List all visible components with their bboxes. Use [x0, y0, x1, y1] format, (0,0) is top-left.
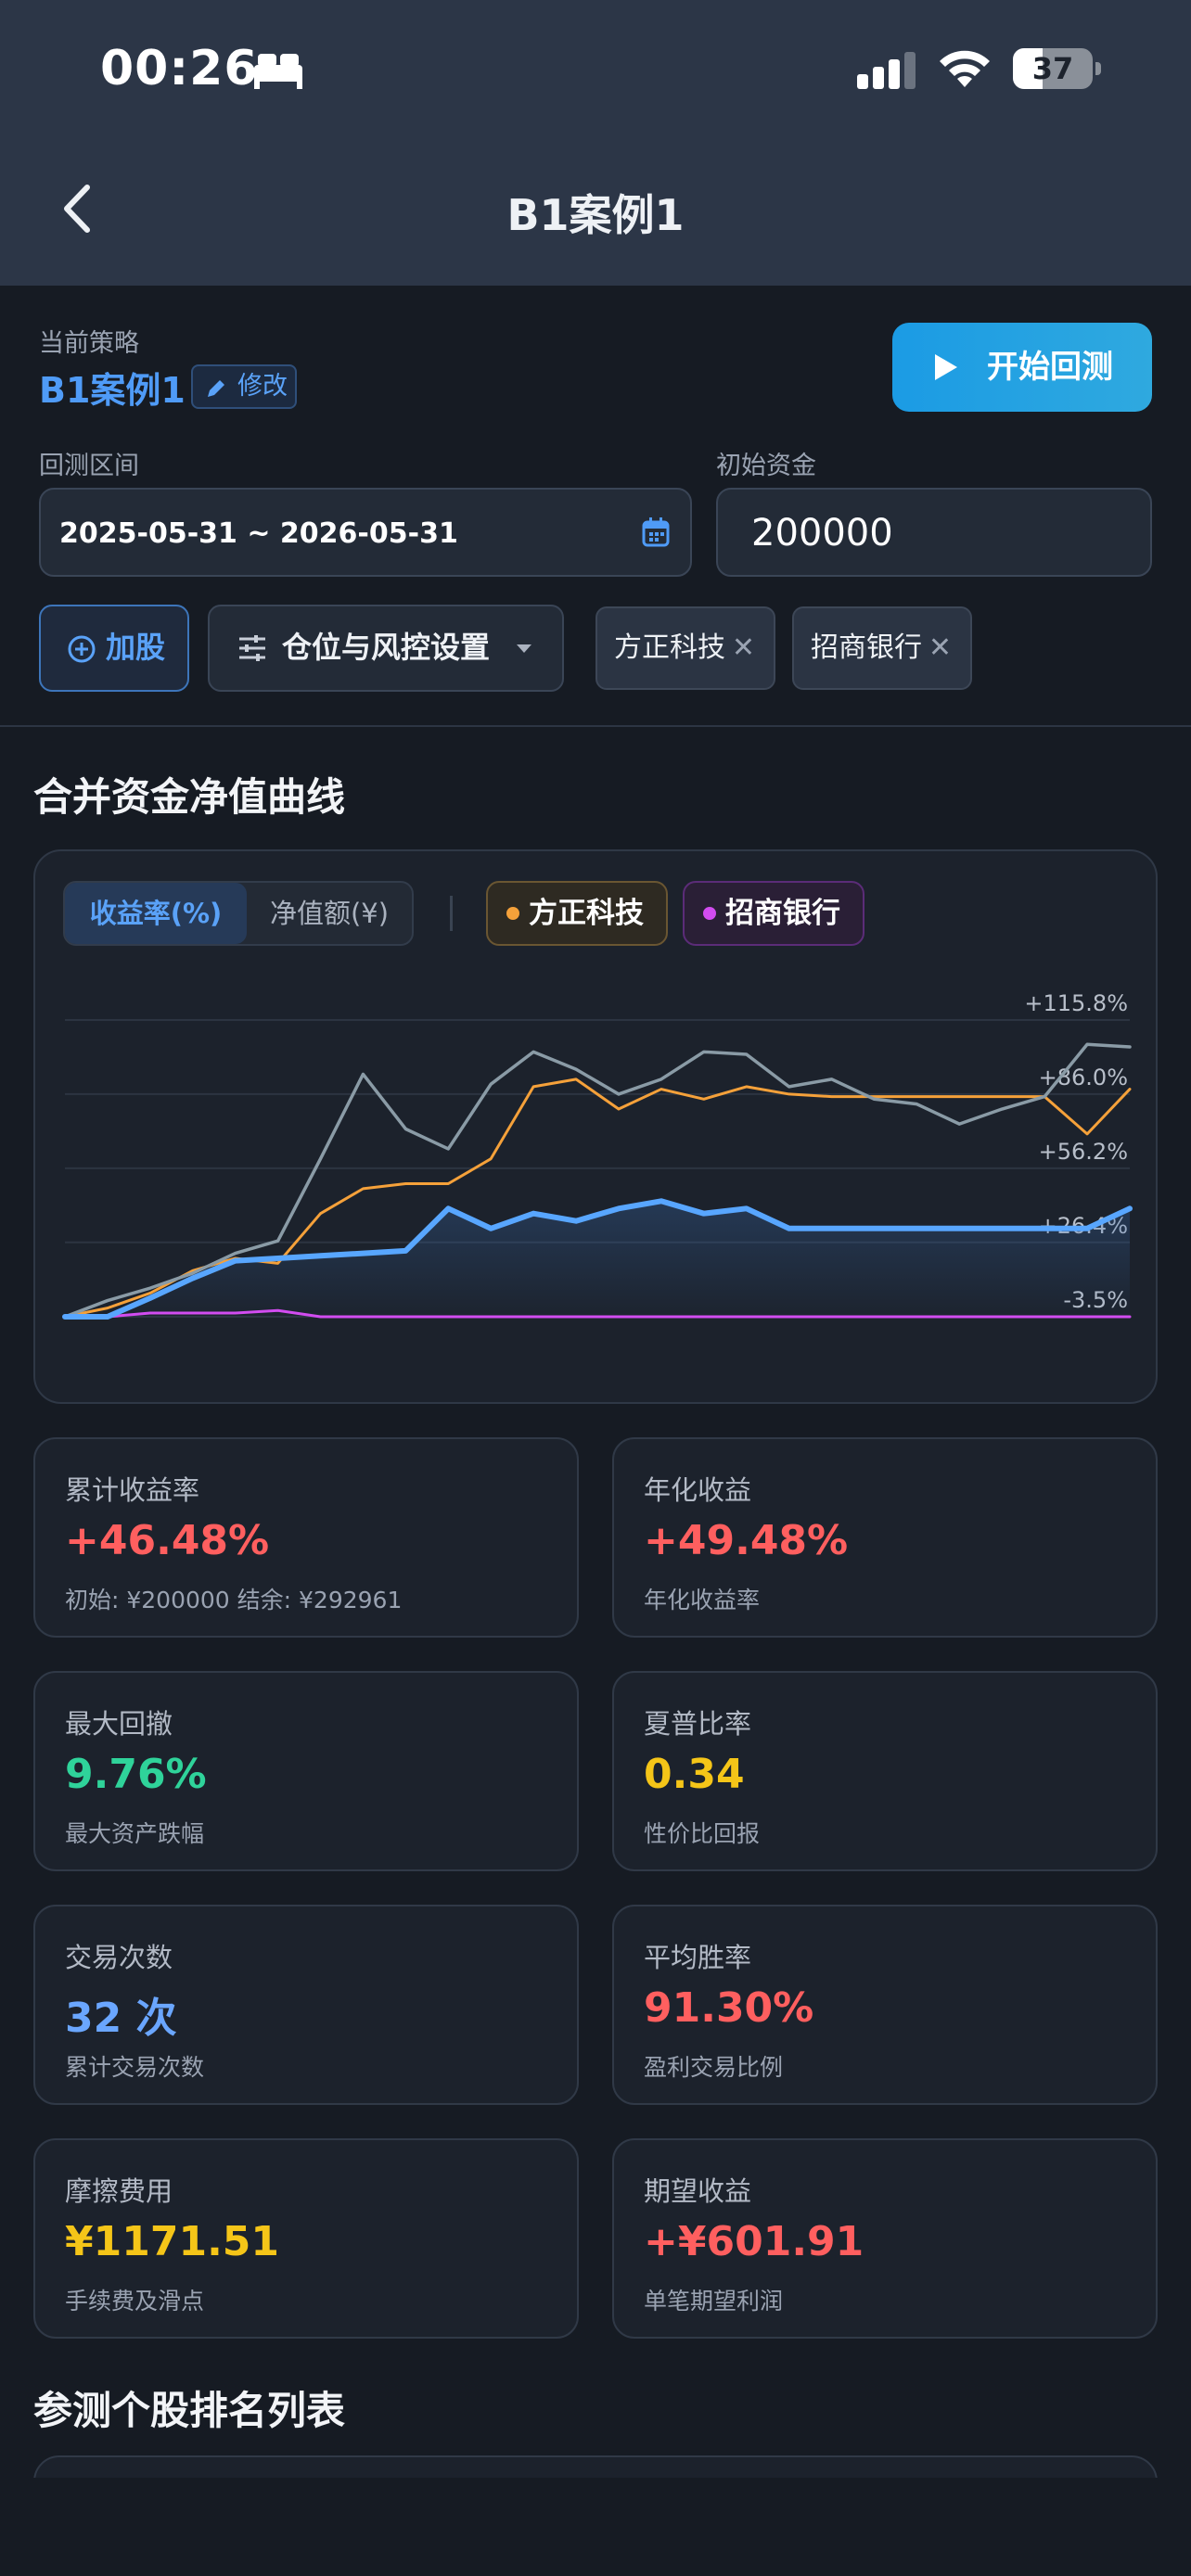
cellular-signal-icon — [857, 52, 916, 89]
bottom-safe-area — [0, 2478, 1191, 2576]
sliders-icon — [239, 635, 265, 661]
add-stock-label: 加股 — [106, 630, 166, 665]
stat-label: 年化收益 — [644, 1474, 752, 1506]
initial-capital-value: 200000 — [751, 512, 893, 555]
stat-label: 摩擦费用 — [65, 2175, 173, 2207]
wifi-icon — [940, 50, 990, 87]
legend-dot — [703, 907, 716, 920]
date-range-value: 2025-05-31 ~ 2026-05-31 — [59, 517, 458, 550]
range-label: 回测区间 — [39, 452, 139, 480]
status-time: 00:26 — [100, 41, 259, 96]
stat-value: ¥1171.51 — [65, 2218, 280, 2265]
tab-net-value[interactable]: 净值额(¥) — [247, 883, 412, 944]
stat-sub: 年化收益率 — [644, 1587, 761, 1613]
legend-dot — [506, 907, 519, 920]
page-title: B1案例1 — [506, 190, 685, 240]
initial-capital-input[interactable]: 200000 — [716, 488, 1152, 577]
stat-value: +¥601.91 — [644, 2218, 864, 2265]
stat-card: 年化收益 +49.48% 年化收益率 — [612, 1437, 1158, 1638]
equity-chart-card: +115.8%+86.0%+56.2%+26.4%-3.5% 收益率(%) 净值… — [33, 849, 1158, 1404]
add-stock-button[interactable]: 加股 — [39, 605, 189, 692]
legend-item[interactable]: 招商银行 — [683, 881, 864, 946]
stat-card: 交易次数 32 次 累计交易次数 — [33, 1905, 579, 2105]
stat-label: 期望收益 — [644, 2175, 752, 2207]
stat-value: 91.30% — [644, 1984, 814, 2032]
y-tick-label: +56.2% — [1039, 1139, 1128, 1165]
stat-card: 摩擦费用 ¥1171.51 手续费及滑点 — [33, 2138, 579, 2339]
remove-tag-icon[interactable]: ✕ — [732, 608, 755, 688]
legend-item[interactable]: 方正科技 — [486, 881, 668, 946]
edit-strategy-button[interactable]: 修改 — [191, 364, 297, 409]
battery-percent: 37 — [1031, 51, 1074, 86]
stat-label: 平均胜率 — [644, 1942, 752, 1973]
stat-card: 最大回撤 9.76% 最大资产跌幅 — [33, 1671, 579, 1871]
stat-label: 夏普比率 — [644, 1708, 752, 1740]
stat-card: 平均胜率 91.30% 盈利交易比例 — [612, 1905, 1158, 2105]
battery-indicator: 37 — [1013, 48, 1102, 89]
stat-card: 期望收益 +¥601.91 单笔期望利润 — [612, 2138, 1158, 2339]
start-backtest-label: 开始回测 — [987, 349, 1113, 386]
stock-tag-label: 招商银行 — [811, 631, 922, 664]
chevron-down-icon — [517, 644, 531, 653]
stock-tag[interactable]: 招商银行 ✕ — [792, 606, 972, 690]
stat-sub: 盈利交易比例 — [644, 2054, 784, 2081]
stat-sub: 累计交易次数 — [65, 2054, 205, 2081]
sleep-mode-icon — [254, 54, 302, 89]
tab-return-rate[interactable]: 收益率(%) — [65, 883, 247, 944]
legend-label: 招商银行 — [725, 897, 840, 930]
chart-section-title: 合并资金净值曲线 — [33, 774, 346, 820]
legend-separator — [450, 896, 453, 931]
stock-tag[interactable]: 方正科技 ✕ — [596, 606, 775, 690]
stat-card: 夏普比率 0.34 性价比回报 — [612, 1671, 1158, 1871]
start-backtest-button[interactable]: 开始回测 — [892, 323, 1152, 412]
stat-sub: 手续费及滑点 — [65, 2288, 205, 2315]
battery-cap — [1095, 62, 1101, 75]
stat-sub: 单笔期望利润 — [644, 2288, 784, 2315]
edit-label: 修改 — [237, 372, 288, 401]
legend-label: 方正科技 — [529, 897, 644, 930]
risk-settings-label: 仓位与风控设置 — [282, 630, 491, 665]
pencil-icon — [208, 380, 224, 397]
ranking-section-title: 参测个股排名列表 — [33, 2388, 346, 2433]
stat-label: 累计收益率 — [65, 1474, 200, 1506]
battery-body: 37 — [1013, 48, 1093, 89]
date-range-field[interactable]: 2025-05-31 ~ 2026-05-31 — [39, 488, 692, 577]
stat-sub: 最大资产跌幅 — [65, 1820, 205, 1847]
y-tick-label: +115.8% — [1024, 990, 1128, 1016]
section-divider — [0, 725, 1191, 727]
calendar-icon — [642, 517, 670, 547]
stock-tag-label: 方正科技 — [614, 631, 725, 664]
stat-value: 32 次 — [65, 1995, 177, 2042]
stat-value: +49.48% — [644, 1517, 849, 1564]
risk-settings-dropdown[interactable]: 仓位与风控设置 — [208, 605, 564, 692]
chart-mode-toggle[interactable]: 收益率(%) 净值额(¥) — [63, 881, 414, 946]
plus-circle-icon — [68, 635, 96, 663]
stat-label: 交易次数 — [65, 1942, 173, 1973]
stat-sub: 初始: ¥200000 结余: ¥292961 — [65, 1587, 403, 1613]
stat-value: 0.34 — [644, 1751, 745, 1798]
strategy-name: B1案例1 — [39, 370, 186, 411]
stat-sub: 性价比回报 — [644, 1820, 761, 1847]
stat-label: 最大回撤 — [65, 1708, 173, 1740]
stat-value: +46.48% — [65, 1517, 270, 1564]
stat-value: 9.76% — [65, 1751, 207, 1798]
play-icon — [935, 354, 957, 380]
remove-tag-icon[interactable]: ✕ — [928, 608, 952, 688]
top-header: 00:26 37 B1案例1 — [0, 0, 1191, 286]
capital-label: 初始资金 — [716, 452, 816, 480]
stat-card: 累计收益率 +46.48% 初始: ¥200000 结余: ¥292961 — [33, 1437, 579, 1638]
strategy-label: 当前策略 — [39, 329, 139, 358]
